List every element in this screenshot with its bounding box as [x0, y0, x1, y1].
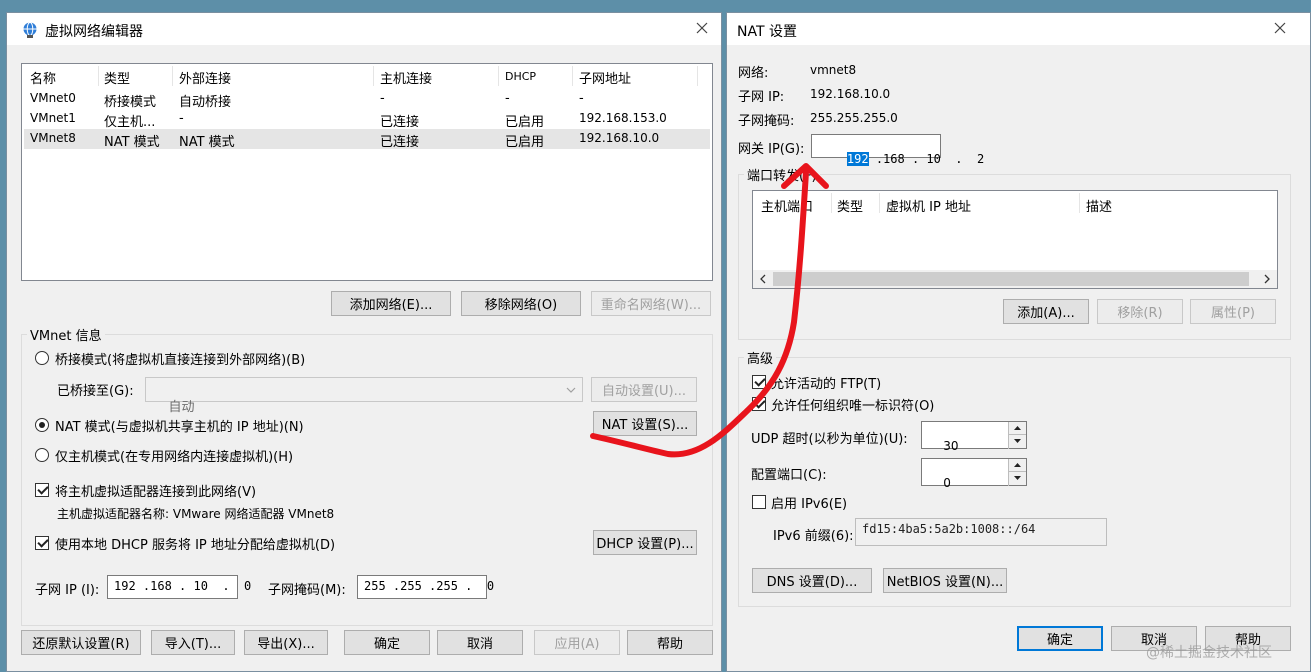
annotation-arrow	[590, 163, 829, 458]
watermark: @稀土掘金技术社区	[1146, 645, 1272, 661]
